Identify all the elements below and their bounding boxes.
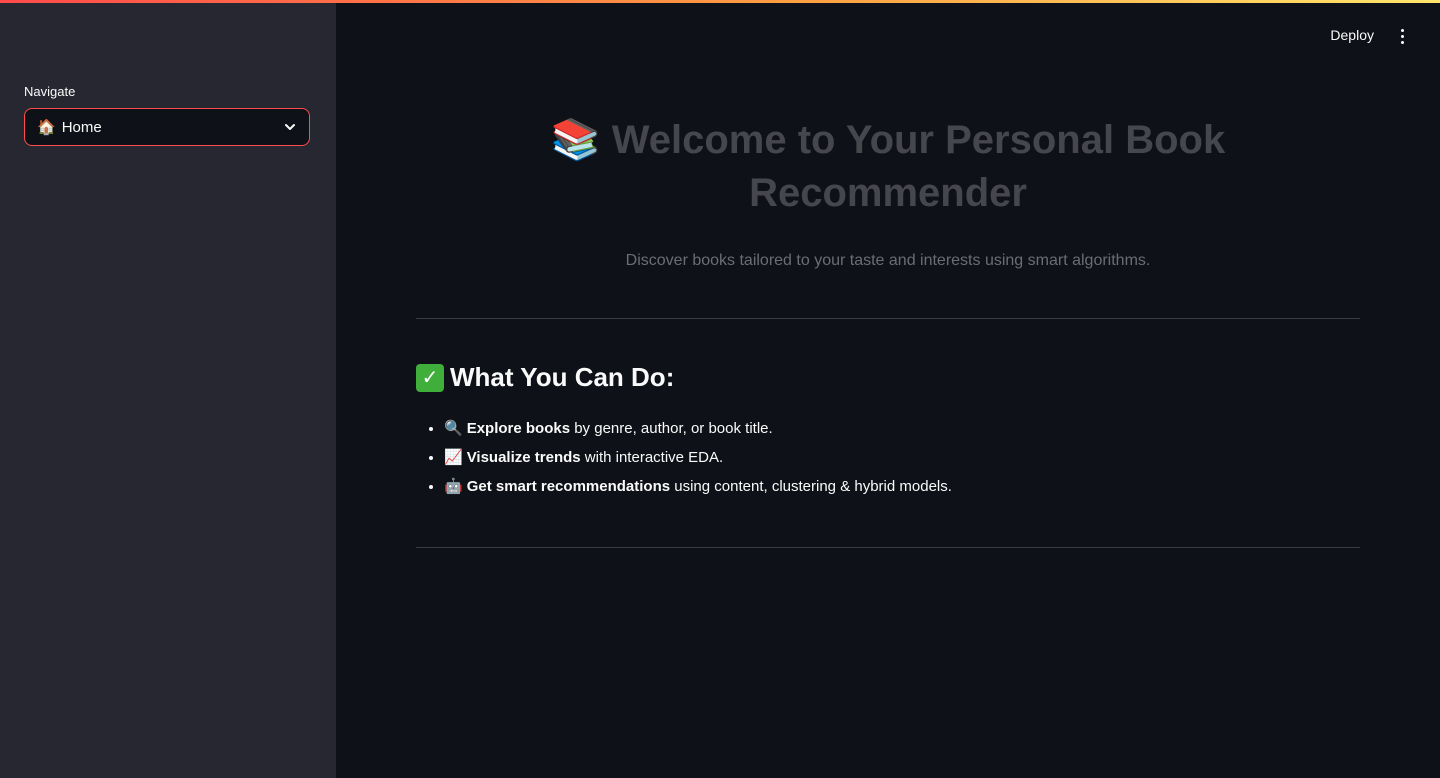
list-item: 🔍Explore books by genre, author, or book… [444, 414, 952, 443]
magnifier-icon: 🔍 [444, 420, 463, 437]
list-item-text: using content, clustering & hybrid model… [670, 478, 952, 495]
top-decoration-bar [0, 0, 1440, 3]
list-item-text: with interactive EDA. [580, 449, 724, 466]
list-item-bold: Visualize trends [466, 449, 581, 466]
main-content: Deploy 📚 Welcome to Your Personal Book R… [336, 0, 1440, 778]
home-icon: 🏠 [37, 119, 56, 136]
list-item-bold: Explore books [466, 420, 571, 437]
navigate-select[interactable]: 🏠 Home [24, 108, 310, 146]
section-title: ✓ What You Can Do: [416, 362, 674, 393]
chevron-down-icon [285, 124, 295, 130]
list-item-bold: Get smart recommendations [466, 478, 671, 495]
divider-top [416, 318, 1360, 319]
feature-list: 🔍Explore books by genre, author, or book… [416, 414, 952, 501]
section-title-text: What You Can Do: [450, 362, 675, 392]
page-title: 📚 Welcome to Your Personal Book Recommen… [550, 118, 1226, 215]
sidebar: Navigate 🏠 Home [0, 0, 336, 778]
chart-icon: 📈 [444, 449, 463, 466]
select-value: 🏠 Home [37, 118, 102, 137]
select-value-label: Home [61, 118, 102, 136]
page-subtitle: Discover books tailored to your taste an… [625, 252, 1151, 269]
divider-bottom [416, 547, 1360, 548]
deploy-button[interactable]: Deploy [1330, 27, 1374, 43]
check-mark-icon: ✓ [416, 363, 444, 392]
more-menu-icon[interactable] [1392, 26, 1412, 46]
list-item: 📈Visualize trends with interactive EDA. [444, 443, 952, 472]
list-item-text: by genre, author, or book title. [570, 420, 773, 437]
robot-icon: 🤖 [444, 478, 463, 495]
list-item: 🤖Get smart recommendations using content… [444, 472, 952, 501]
navigate-label: Navigate [24, 84, 76, 99]
